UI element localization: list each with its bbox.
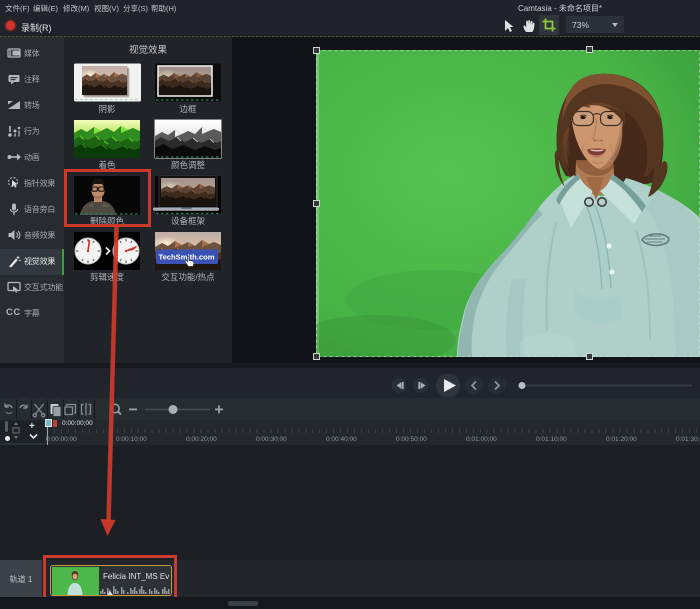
svg-text:TechSmith.com: TechSmith.com xyxy=(159,253,215,262)
